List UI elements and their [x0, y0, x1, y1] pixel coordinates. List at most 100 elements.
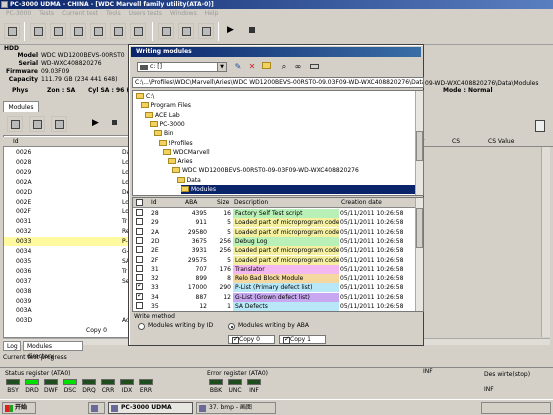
row-checkbox[interactable]: [136, 302, 143, 309]
table-row[interactable]: 0035 SA: [4, 257, 130, 266]
row-checkbox[interactable]: [136, 283, 143, 291]
table-row[interactable]: 0032 Re: [4, 227, 130, 236]
module-row[interactable]: 3488712G-List (Grown defect list)05/11/2…: [133, 292, 417, 302]
modules-tool-3[interactable]: [51, 116, 67, 132]
tree-node[interactable]: C:\: [136, 92, 154, 101]
toolbar-button-10[interactable]: [198, 23, 214, 39]
scroll-thumb[interactable]: [416, 208, 423, 248]
size-column-header[interactable]: Size: [217, 198, 229, 208]
radio-write-by-id[interactable]: [138, 323, 145, 330]
module-row[interactable]: 29 911 5 Loaded part of microprogram code 05…: [133, 218, 417, 228]
module-row[interactable]: 2D 3675 256 Debug Log 05/11/2011 10:26:58: [133, 236, 417, 246]
menu-pc3000[interactable]: PC-3000: [6, 10, 31, 17]
tab-modules[interactable]: Modules: [3, 101, 39, 112]
taskbar-app-2[interactable]: 37. bmp - 画图: [196, 402, 276, 414]
taskbar-app-0[interactable]: [88, 402, 105, 414]
module-row[interactable]: 32 899 8 Relo Bad Block Module 05/11/2011 10…: [133, 274, 417, 284]
tree-node[interactable]: !Profiles: [158, 139, 193, 148]
module-row[interactable]: 2E 3931 256 Loaded part of microprogram cod…: [133, 246, 417, 256]
table-row[interactable]: 0034 G-: [4, 247, 130, 256]
row-checkbox[interactable]: [136, 292, 143, 300]
id-column-header[interactable]: Id: [13, 137, 19, 147]
copy1-checkbox[interactable]: Copy 1: [279, 335, 326, 344]
cs-column-header[interactable]: CS: [452, 137, 460, 147]
module-row[interactable]: 2A 29580 5 Loaded part of microprogram code…: [133, 227, 417, 237]
modules-tool-1[interactable]: [7, 116, 23, 132]
date-column-header[interactable]: Creation date: [341, 198, 382, 208]
toolbar-button-6[interactable]: [110, 23, 126, 39]
modules-play-button[interactable]: ▶: [87, 116, 103, 132]
module-row[interactable]: 2F 29575 5 Loaded part of microprogram code…: [133, 255, 417, 265]
toolbar-button-3[interactable]: [50, 23, 66, 39]
tree-node[interactable]: PC-3000: [149, 120, 185, 129]
toolbar-button-5[interactable]: [90, 23, 106, 39]
tree-node[interactable]: Program Files: [140, 101, 191, 110]
table-row[interactable]: 0029 Lo: [4, 168, 130, 177]
table-row[interactable]: 002D De: [4, 188, 130, 197]
table-row[interactable]: 002A Lo: [4, 178, 130, 187]
toolbar-button-7[interactable]: [130, 23, 146, 39]
play-button[interactable]: ▶: [222, 23, 238, 39]
modules-tool-2[interactable]: [29, 116, 45, 132]
scroll-thumb[interactable]: [416, 131, 423, 161]
menu-tests[interactable]: Tests: [39, 10, 54, 17]
copy1-check[interactable]: [283, 335, 290, 344]
start-button[interactable]: 开始: [2, 402, 36, 414]
table-row[interactable]: 0037 Se: [4, 277, 130, 286]
menu-tools[interactable]: Tools: [106, 10, 121, 17]
row-checkbox[interactable]: [136, 264, 143, 272]
row-checkbox[interactable]: [136, 274, 143, 282]
module-row[interactable]: 35 12 1 SA Defects 05/11/2011 10:26:58: [133, 302, 417, 311]
stop-button[interactable]: [244, 23, 260, 39]
row-checkbox[interactable]: [136, 246, 143, 254]
file-table-scrollbar[interactable]: [415, 198, 423, 311]
tree-node[interactable]: Modules: [181, 185, 417, 194]
vertical-scrollbar[interactable]: [541, 147, 550, 337]
table-row[interactable]: 0038: [4, 287, 130, 296]
row-checkbox[interactable]: [136, 227, 143, 235]
module-row[interactable]: 3317000290P-List (Primary defect list)05…: [133, 283, 417, 293]
tree-node[interactable]: Aries: [167, 157, 193, 166]
toolbar-button-2[interactable]: [30, 23, 46, 39]
edit-button[interactable]: ✎: [232, 61, 244, 73]
toolbar-button-4[interactable]: [70, 23, 86, 39]
copy0-checkbox[interactable]: Copy 0: [228, 335, 275, 344]
toolbar-button-9[interactable]: [178, 23, 194, 39]
taskbar-app-1[interactable]: PC-3000 UDMA: [108, 402, 193, 414]
toolbar-button-1[interactable]: [4, 23, 20, 39]
module-row[interactable]: 31 707 176 Translator 05/11/2011 10:26:58: [133, 264, 417, 274]
cs-value-column-header[interactable]: CS Value: [488, 137, 514, 147]
new-folder-button[interactable]: [260, 61, 272, 73]
aba-column-header[interactable]: ABA: [185, 198, 197, 208]
table-row[interactable]: 002E Lo: [4, 198, 130, 207]
table-row[interactable]: 0039: [4, 297, 130, 306]
module-row[interactable]: 28 4395 16 Factory Self Test script 05/11/20…: [133, 209, 417, 218]
table-row[interactable]: 0026 Da: [4, 148, 130, 157]
row-checkbox[interactable]: [136, 218, 143, 226]
toolbar-button-8[interactable]: [158, 23, 174, 39]
tree-node[interactable]: WDC WD1200BEVS-00RST0-09-03F09-WD-WXC408…: [172, 166, 359, 175]
table-row[interactable]: 0031 Tr: [4, 217, 130, 226]
delete-button[interactable]: ✕: [246, 61, 258, 73]
binoculars-button[interactable]: ∞: [292, 61, 304, 73]
menu-users-tests[interactable]: Users tests: [129, 10, 162, 17]
tree-node[interactable]: Bin: [154, 129, 174, 138]
table-row[interactable]: 0028 Lo: [4, 158, 130, 167]
search-button[interactable]: ⌕: [278, 61, 290, 73]
table-row[interactable]: 0033 P-: [4, 237, 130, 247]
menu-current-test[interactable]: Current test: [62, 10, 98, 17]
tree-node[interactable]: ACE Lab: [145, 111, 180, 120]
tree-scrollbar[interactable]: [415, 91, 423, 195]
select-all-checkbox[interactable]: [136, 199, 143, 206]
path-field[interactable]: C:\...\Profiles\WDC\Marvell\Aries\WDC WD…: [132, 77, 424, 88]
menu-windows[interactable]: Windows: [170, 10, 197, 17]
tree-node[interactable]: WDCMarvell: [163, 148, 210, 157]
row-checkbox[interactable]: [136, 236, 143, 244]
id-column-header[interactable]: Id: [151, 198, 157, 208]
menu-help[interactable]: Help: [205, 10, 219, 17]
table-row[interactable]: 003D Ad: [4, 316, 130, 325]
copy0-check[interactable]: [232, 335, 239, 344]
options-button[interactable]: [308, 61, 320, 73]
table-row[interactable]: 003A: [4, 306, 130, 315]
tab-modules-directory[interactable]: Modules directory: [23, 341, 83, 360]
